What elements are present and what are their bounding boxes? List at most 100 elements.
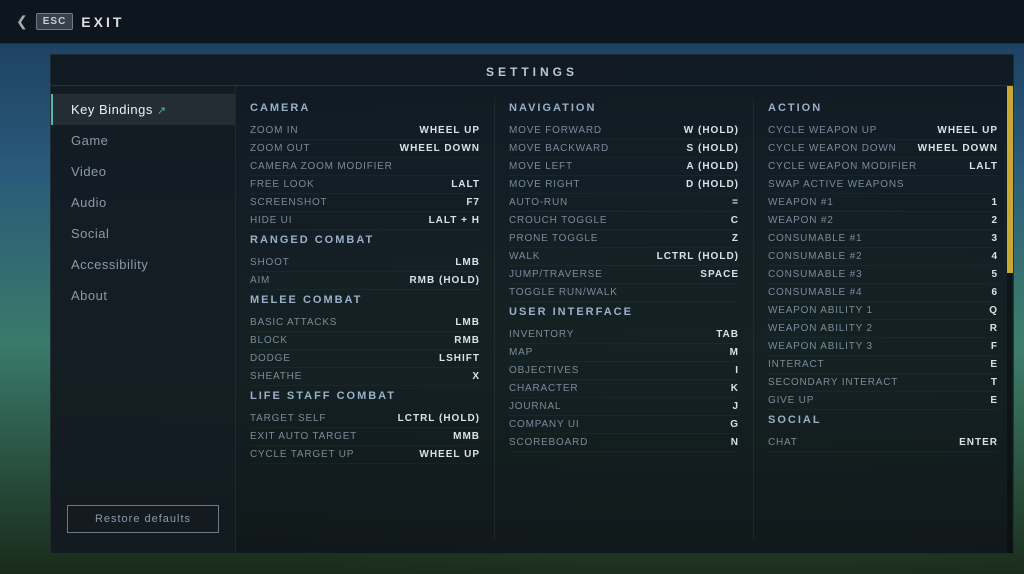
kb-key-value[interactable]: X: [420, 371, 480, 382]
kb-row[interactable]: ZOOM INWHEEL UP: [250, 122, 480, 140]
kb-key-value[interactable]: 4: [938, 251, 998, 262]
kb-row[interactable]: CONSUMABLE #46: [768, 284, 998, 302]
kb-key-value[interactable]: 2: [938, 215, 998, 226]
kb-row[interactable]: BASIC ATTACKSLMB: [250, 314, 480, 332]
kb-key-value[interactable]: LALT + H: [420, 215, 480, 226]
kb-key-value[interactable]: LCTRL (HOLD): [657, 251, 739, 262]
kb-key-value[interactable]: Q: [938, 305, 998, 316]
kb-key-value[interactable]: S (HOLD): [679, 143, 739, 154]
scrollbar[interactable]: [1007, 86, 1013, 553]
sidebar-item-social[interactable]: Social: [51, 218, 235, 249]
sidebar-item-game[interactable]: Game: [51, 125, 235, 156]
kb-key-value[interactable]: E: [938, 359, 998, 370]
kb-row[interactable]: SCOREBOARDN: [509, 434, 739, 452]
kb-row[interactable]: WEAPON #22: [768, 212, 998, 230]
kb-key-value[interactable]: D (HOLD): [679, 179, 739, 190]
kb-row[interactable]: CHATENTER: [768, 434, 998, 452]
kb-key-value[interactable]: T: [938, 377, 998, 388]
kb-key-value[interactable]: I: [679, 365, 739, 376]
kb-key-value[interactable]: WHEEL DOWN: [918, 143, 998, 154]
kb-key-value[interactable]: Z: [679, 233, 739, 244]
kb-row[interactable]: WEAPON ABILITY 1Q: [768, 302, 998, 320]
kb-row[interactable]: CYCLE WEAPON MODIFIERLALT: [768, 158, 998, 176]
kb-key-value[interactable]: WHEEL UP: [937, 125, 998, 136]
kb-key-value[interactable]: ENTER: [938, 437, 998, 448]
kb-key-value[interactable]: RMB: [420, 335, 480, 346]
kb-key-value[interactable]: K: [679, 383, 739, 394]
kb-key-value[interactable]: WHEEL UP: [419, 449, 480, 460]
keybindings-panel[interactable]: CameraZOOM INWHEEL UPZOOM OUTWHEEL DOWNC…: [236, 86, 1013, 553]
kb-row[interactable]: FREE LOOKLALT: [250, 176, 480, 194]
kb-key-value[interactable]: LCTRL (HOLD): [398, 413, 480, 424]
sidebar-item-key-bindings[interactable]: Key Bindings ↗: [51, 94, 235, 125]
kb-row[interactable]: WEAPON ABILITY 3F: [768, 338, 998, 356]
kb-row[interactable]: INTERACTE: [768, 356, 998, 374]
kb-key-value[interactable]: C: [679, 215, 739, 226]
kb-row[interactable]: MOVE RIGHTD (HOLD): [509, 176, 739, 194]
kb-row[interactable]: CONSUMABLE #24: [768, 248, 998, 266]
kb-row[interactable]: JOURNALJ: [509, 398, 739, 416]
kb-key-value[interactable]: MMB: [420, 431, 480, 442]
kb-key-value[interactable]: WHEEL UP: [419, 125, 480, 136]
kb-key-value[interactable]: F: [938, 341, 998, 352]
kb-row[interactable]: OBJECTIVESI: [509, 362, 739, 380]
kb-row[interactable]: MOVE BACKWARDS (HOLD): [509, 140, 739, 158]
kb-row[interactable]: MOVE LEFTA (HOLD): [509, 158, 739, 176]
kb-row[interactable]: CHARACTERK: [509, 380, 739, 398]
kb-row[interactable]: MOVE FORWARDW (HOLD): [509, 122, 739, 140]
kb-row[interactable]: SHEATHEX: [250, 368, 480, 386]
kb-row[interactable]: EXIT AUTO TARGETMMB: [250, 428, 480, 446]
sidebar-item-audio[interactable]: Audio: [51, 187, 235, 218]
kb-row[interactable]: SECONDARY INTERACTT: [768, 374, 998, 392]
kb-row[interactable]: WALKLCTRL (HOLD): [509, 248, 739, 266]
kb-row[interactable]: CYCLE TARGET UPWHEEL UP: [250, 446, 480, 464]
kb-key-value[interactable]: 1: [938, 197, 998, 208]
restore-defaults-button[interactable]: Restore defaults: [67, 505, 219, 533]
kb-key-value[interactable]: LMB: [420, 257, 480, 268]
kb-key-value[interactable]: TAB: [679, 329, 739, 340]
sidebar-item-accessibility[interactable]: Accessibility: [51, 249, 235, 280]
kb-row[interactable]: CROUCH TOGGLEC: [509, 212, 739, 230]
kb-key-value[interactable]: WHEEL DOWN: [400, 143, 480, 154]
kb-row[interactable]: COMPANY UIG: [509, 416, 739, 434]
kb-key-value[interactable]: A (HOLD): [679, 161, 739, 172]
scroll-thumb[interactable]: [1007, 86, 1013, 273]
kb-row[interactable]: WEAPON ABILITY 2R: [768, 320, 998, 338]
kb-row[interactable]: INVENTORYTAB: [509, 326, 739, 344]
kb-row[interactable]: GIVE UPE: [768, 392, 998, 410]
kb-key-value[interactable]: LSHIFT: [420, 353, 480, 364]
kb-row[interactable]: HIDE UILALT + H: [250, 212, 480, 230]
kb-row[interactable]: SWAP ACTIVE WEAPONS: [768, 176, 998, 194]
sidebar-item-video[interactable]: Video: [51, 156, 235, 187]
kb-key-value[interactable]: SPACE: [679, 269, 739, 280]
kb-row[interactable]: JUMP/TRAVERSESPACE: [509, 266, 739, 284]
kb-row[interactable]: WEAPON #11: [768, 194, 998, 212]
kb-key-value[interactable]: LALT: [938, 161, 998, 172]
kb-row[interactable]: CONSUMABLE #13: [768, 230, 998, 248]
kb-key-value[interactable]: M: [679, 347, 739, 358]
kb-row[interactable]: CYCLE WEAPON DOWNWHEEL DOWN: [768, 140, 998, 158]
kb-key-value[interactable]: R: [938, 323, 998, 334]
kb-row[interactable]: TOGGLE RUN/WALK: [509, 284, 739, 302]
kb-row[interactable]: CYCLE WEAPON UPWHEEL UP: [768, 122, 998, 140]
kb-row[interactable]: SHOOTLMB: [250, 254, 480, 272]
kb-key-value[interactable]: 6: [938, 287, 998, 298]
kb-row[interactable]: DODGELSHIFT: [250, 350, 480, 368]
kb-row[interactable]: PRONE TOGGLEZ: [509, 230, 739, 248]
kb-key-value[interactable]: =: [679, 197, 739, 208]
kb-row[interactable]: AIMRMB (HOLD): [250, 272, 480, 290]
kb-row[interactable]: SCREENSHOTF7: [250, 194, 480, 212]
kb-row[interactable]: ZOOM OUTWHEEL DOWN: [250, 140, 480, 158]
kb-row[interactable]: AUTO-RUN=: [509, 194, 739, 212]
kb-key-value[interactable]: J: [679, 401, 739, 412]
kb-row[interactable]: TARGET SELFLCTRL (HOLD): [250, 410, 480, 428]
kb-key-value[interactable]: LALT: [420, 179, 480, 190]
kb-key-value[interactable]: N: [679, 437, 739, 448]
kb-key-value[interactable]: W (HOLD): [679, 125, 739, 136]
kb-key-value[interactable]: F7: [420, 197, 480, 208]
exit-button[interactable]: ❮ ESC EXIT: [16, 13, 124, 30]
kb-key-value[interactable]: RMB (HOLD): [409, 275, 480, 286]
kb-row[interactable]: BLOCKRMB: [250, 332, 480, 350]
kb-key-value[interactable]: G: [679, 419, 739, 430]
kb-key-value[interactable]: E: [938, 395, 998, 406]
